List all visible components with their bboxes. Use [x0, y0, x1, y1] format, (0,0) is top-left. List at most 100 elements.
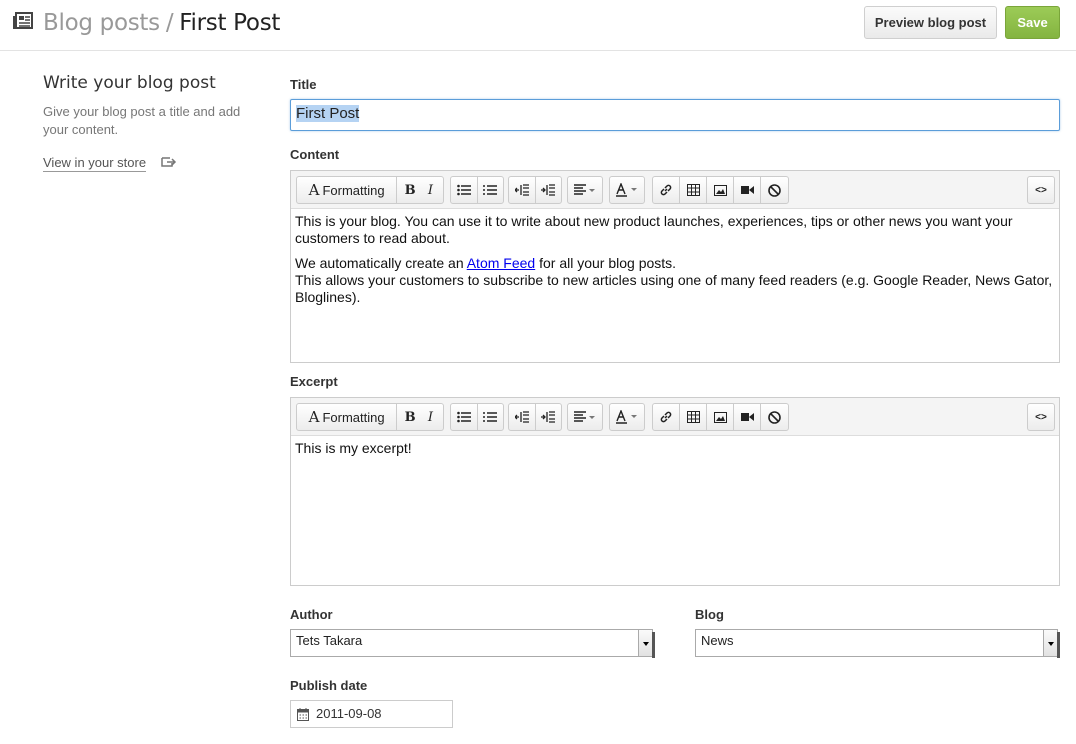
insert-table-button[interactable]: [680, 404, 707, 430]
author-select-value: Tets Takara: [296, 633, 363, 648]
html-source-button[interactable]: <>: [1028, 404, 1054, 430]
atom-feed-link[interactable]: Atom Feed: [467, 255, 535, 271]
outdent-button[interactable]: [509, 404, 536, 430]
title-input-value: First Post: [296, 105, 360, 122]
link-icon: [660, 411, 672, 423]
table-icon: [686, 184, 700, 196]
toolbar-group-lists: [450, 176, 504, 204]
bulleted-list-icon: [456, 184, 471, 196]
indent-button[interactable]: [536, 177, 562, 203]
html-source-button[interactable]: <>: [1028, 177, 1054, 203]
outdent-icon: [514, 184, 529, 196]
indent-icon: [541, 411, 556, 423]
breadcrumb-separator: /: [165, 10, 174, 36]
text-color-icon: [616, 410, 637, 424]
toolbar-group-indent: [508, 176, 562, 204]
page-header: Blog posts / First Post Preview blog post …: [0, 0, 1076, 51]
insert-video-button[interactable]: [734, 177, 761, 203]
image-icon: [713, 411, 727, 423]
section-description: Give your blog post a title and add your…: [43, 104, 241, 137]
align-dropdown[interactable]: [568, 404, 602, 430]
external-link-icon[interactable]: [161, 155, 177, 169]
clear-formatting-button[interactable]: [761, 177, 788, 203]
toolbar-group-italic: I: [418, 176, 444, 204]
publish-date-value: 2011-09-08: [316, 706, 382, 721]
content-text: for all your blog posts.: [535, 255, 677, 271]
chevron-down-icon: [638, 630, 652, 656]
unordered-list-button[interactable]: [451, 177, 478, 203]
blog-posts-icon: [13, 12, 33, 29]
insert-image-button[interactable]: [707, 177, 734, 203]
align-left-icon: [574, 411, 595, 422]
breadcrumb: Blog posts / First Post: [43, 9, 280, 37]
toolbar-group-insert: [652, 403, 789, 431]
blog-select[interactable]: News: [695, 629, 1060, 658]
publish-date-input[interactable]: 2011-09-08: [290, 700, 453, 728]
align-dropdown[interactable]: [568, 177, 602, 203]
insert-table-button[interactable]: [680, 177, 707, 203]
numbered-list-icon: [483, 412, 498, 422]
toolbar-group-align: [567, 176, 603, 204]
insert-image-button[interactable]: [707, 404, 734, 430]
clear-format-icon: [768, 183, 781, 197]
author-select[interactable]: Tets Takara: [290, 629, 655, 658]
text-color-dropdown[interactable]: [610, 404, 644, 430]
link-icon: [660, 184, 672, 196]
view-in-store-link[interactable]: View in your store: [43, 155, 147, 172]
calendar-icon[interactable]: [297, 707, 309, 721]
outdent-icon: [514, 411, 529, 423]
toolbar-group-format: A Formatting B: [296, 403, 424, 431]
font-icon: A: [308, 181, 320, 199]
indent-button[interactable]: [536, 404, 562, 430]
preview-blog-post-button[interactable]: Preview blog post: [864, 6, 997, 39]
ordered-list-button[interactable]: [478, 177, 504, 203]
content-text: We automatically create an: [295, 255, 467, 271]
numbered-list-icon: [483, 185, 498, 195]
content-editor-body[interactable]: This is your blog. You can use it to wri…: [291, 209, 1059, 318]
formatting-dropdown[interactable]: A Formatting: [297, 404, 398, 430]
blog-label: Blog: [695, 607, 724, 622]
toolbar-group-align: [567, 403, 603, 431]
text-color-dropdown[interactable]: [610, 177, 644, 203]
save-button[interactable]: Save: [1005, 6, 1060, 39]
toolbar-group-italic: I: [418, 403, 444, 431]
toolbar-group-insert: [652, 176, 789, 204]
section-title: Write your blog post: [43, 73, 216, 93]
italic-button[interactable]: I: [418, 177, 443, 203]
bulleted-list-icon: [456, 411, 471, 423]
video-icon: [740, 413, 754, 421]
insert-link-button[interactable]: [653, 404, 680, 430]
unordered-list-button[interactable]: [451, 404, 478, 430]
toolbar-group-color: [609, 176, 645, 204]
toolbar-group-format: A Formatting B: [296, 176, 424, 204]
ordered-list-button[interactable]: [478, 404, 504, 430]
excerpt-editor-toolbar: A Formatting B I <>: [291, 398, 1059, 436]
outdent-button[interactable]: [509, 177, 536, 203]
content-paragraph: This is your blog. You can use it to wri…: [295, 213, 1013, 246]
video-icon: [740, 186, 754, 194]
italic-button[interactable]: I: [418, 404, 443, 430]
indent-icon: [541, 184, 556, 196]
publish-date-label: Publish date: [290, 678, 368, 693]
image-icon: [713, 184, 727, 196]
select-edge: [1057, 632, 1060, 658]
table-icon: [686, 411, 700, 423]
excerpt-editor: A Formatting B I <> This is my excerpt!: [290, 397, 1060, 586]
chevron-down-icon: [1043, 630, 1057, 656]
title-input[interactable]: First Post: [290, 99, 1060, 131]
formatting-label: Formatting: [322, 182, 385, 198]
clear-formatting-button[interactable]: [761, 404, 788, 430]
excerpt-paragraph: This is my excerpt!: [295, 440, 412, 456]
align-left-icon: [574, 184, 595, 195]
excerpt-editor-body[interactable]: This is my excerpt!: [291, 436, 1059, 469]
clear-format-icon: [768, 410, 781, 424]
content-text: This allows your customers to subscribe …: [295, 272, 1053, 305]
breadcrumb-parent-link[interactable]: Blog posts: [43, 10, 160, 36]
insert-video-button[interactable]: [734, 404, 761, 430]
insert-link-button[interactable]: [653, 177, 680, 203]
toolbar-group-lists: [450, 403, 504, 431]
toolbar-group-indent: [508, 403, 562, 431]
formatting-dropdown[interactable]: A Formatting: [297, 177, 398, 203]
toolbar-group-color: [609, 403, 645, 431]
content-paragraph: We automatically create an Atom Feed for…: [295, 255, 1055, 306]
